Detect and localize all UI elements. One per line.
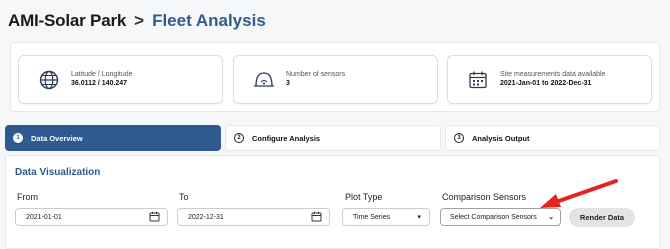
- plot-type-value: Time Series: [353, 213, 391, 221]
- step-number: 3: [454, 133, 464, 143]
- annotation-arrow-icon: [540, 179, 618, 208]
- tab-data-overview[interactable]: 1 Data Overview: [5, 125, 221, 151]
- calendar-icon[interactable]: [311, 211, 323, 223]
- page-title: Fleet Analysis: [152, 11, 266, 30]
- tab-configure-analysis[interactable]: 2 Configure Analysis: [225, 125, 441, 151]
- to-date-value: 2022-12-31: [188, 213, 224, 221]
- sensor-icon: [252, 68, 276, 92]
- to-date-field[interactable]: 2022-12-31: [177, 208, 330, 226]
- section-title: Data Visualization: [15, 167, 101, 178]
- site-summary: Latitude / Longitude 36.0112 / 140.247 N…: [10, 42, 660, 112]
- location-card: Latitude / Longitude 36.0112 / 140.247: [18, 55, 223, 104]
- calendar-icon: [466, 68, 490, 92]
- from-label: From: [17, 192, 38, 202]
- plot-type-select[interactable]: Time Series ▾: [342, 208, 430, 226]
- calendar-icon[interactable]: [149, 211, 161, 223]
- sensors-card: Number of sensors 3: [233, 55, 438, 104]
- from-date-value: 2021-01-01: [26, 213, 62, 221]
- globe-icon: [37, 68, 61, 92]
- step-number: 1: [13, 133, 23, 143]
- step-label: Data Overview: [31, 133, 83, 143]
- analysis-steps: 1 Data Overview 2 Configure Analysis 3 A…: [5, 125, 660, 151]
- to-label: To: [179, 192, 189, 202]
- data-range-value: 2021-Jan-01 to 2022-Dec-31: [500, 80, 592, 88]
- data-range-label: Site measurements data available: [500, 71, 606, 79]
- breadcrumb: AMI-Solar Park > Fleet Analysis: [8, 8, 266, 34]
- sensors-value: 3: [286, 80, 290, 88]
- data-range-card: Site measurements data available 2021-Ja…: [447, 55, 652, 104]
- step-number: 2: [234, 133, 244, 143]
- breadcrumb-separator: >: [134, 11, 145, 30]
- breadcrumb-root[interactable]: AMI-Solar Park: [8, 11, 126, 31]
- step-label: Configure Analysis: [252, 133, 321, 143]
- step-label: Analysis Output: [472, 133, 530, 143]
- location-value: 36.0112 / 140.247: [71, 80, 128, 88]
- sensors-label: Number of sensors: [286, 71, 346, 79]
- caret-down-icon: ▾: [417, 214, 421, 221]
- from-date-field[interactable]: 2021-01-01: [15, 208, 168, 226]
- plot-type-label: Plot Type: [345, 192, 383, 202]
- tab-analysis-output[interactable]: 3 Analysis Output: [445, 125, 660, 151]
- location-label: Latitude / Longitude: [71, 71, 133, 79]
